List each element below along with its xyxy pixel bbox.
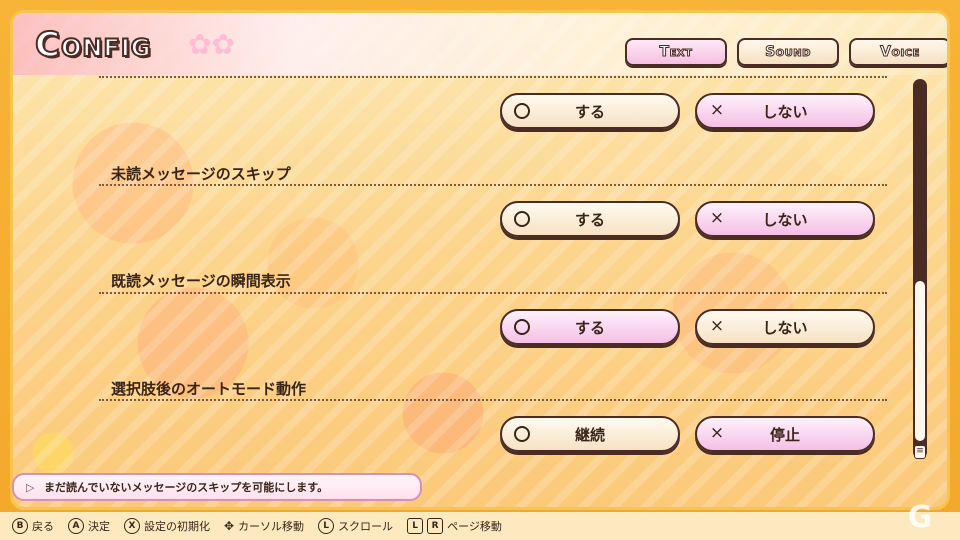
cross-icon: × [709,100,725,120]
option-1-no-button[interactable]: × しない [695,201,875,237]
option-2-yes-button[interactable]: する [500,309,680,345]
option-1-yes-button[interactable]: する [500,201,680,237]
footer-scroll[interactable]: L スクロール [318,518,393,534]
option-0-yes-button[interactable]: する [500,93,680,129]
l-button-icon: L [407,518,424,534]
footer-cursor-move[interactable]: ✥ カーソル移動 [224,518,304,534]
option-3-yes-button[interactable]: 継続 [500,416,680,452]
site-logo-watermark: G [907,500,933,535]
hint-text: まだ読んでいないメッセージのスキップを可能にします。 [44,481,329,494]
option-label: 選択肢後のオートモード動作 [111,380,307,398]
scrollbar-thumb[interactable] [915,281,925,441]
option-label: 既読メッセージの瞬間表示 [111,272,291,290]
footer-page-move[interactable]: L R ページ移動 [407,518,502,534]
x-button-icon: X [124,518,140,534]
option-0-no-button[interactable]: × しない [695,93,875,129]
separator [99,184,887,186]
circle-icon [514,319,530,335]
circle-icon [514,426,530,442]
a-button-icon: A [68,518,84,534]
l-stick-icon: L [318,518,335,534]
circle-icon [514,211,530,227]
scrollbar-grip-icon[interactable]: ≡ [914,445,926,459]
option-3-no-button[interactable]: × 停止 [695,416,875,452]
cross-icon: × [709,316,725,336]
cherry-blossom-decoration: ✿✿ [188,28,235,61]
cross-icon: × [709,208,725,228]
separator [99,399,887,401]
config-panel: Config ✿✿ Text Sound Voice する × しない 未読メッ… [10,10,950,510]
tab-bar: Text Sound Voice [625,38,947,66]
controls-footer: B 戻る A 決定 X 設定の初期化 ✥ カーソル移動 L スクロール L R … [0,512,960,540]
b-button-icon: B [12,518,28,534]
cross-icon: × [709,423,725,443]
play-arrow-icon: ▷ [26,480,35,494]
footer-back[interactable]: B 戻る [12,518,54,534]
tab-text[interactable]: Text [625,38,727,66]
separator [99,292,887,294]
dpad-icon: ✥ [224,519,235,533]
circle-icon [514,103,530,119]
footer-confirm[interactable]: A 決定 [68,518,110,534]
hint-bar: ▷ まだ読んでいないメッセージのスキップを可能にします。 [12,473,422,501]
separator [99,76,887,78]
r-button-icon: R [427,518,444,534]
tab-sound[interactable]: Sound [737,38,839,66]
option-2-no-button[interactable]: × しない [695,309,875,345]
tab-voice[interactable]: Voice [849,38,947,66]
page-title: Config [34,24,152,66]
option-label: 未読メッセージのスキップ [111,165,291,183]
footer-reset[interactable]: X 設定の初期化 [124,518,210,534]
